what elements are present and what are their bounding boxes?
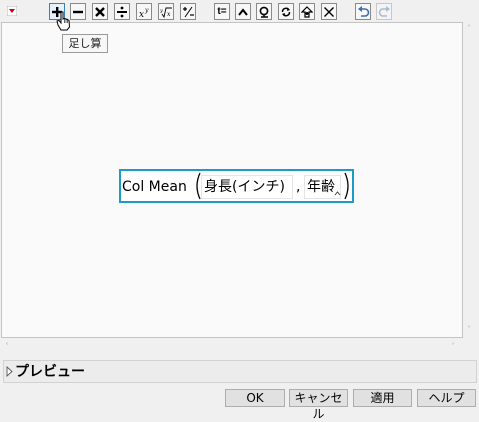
root-button[interactable]: y x <box>158 3 174 20</box>
scroll-left-icon[interactable]: ˂ <box>5 343 9 351</box>
menu-triangle-icon[interactable] <box>6 5 18 17</box>
preview-section[interactable]: プレビュー <box>3 360 477 383</box>
assign-icon: t= <box>217 5 227 17</box>
tooltip: 足し算 <box>62 34 108 53</box>
local-variable-button[interactable] <box>256 3 272 20</box>
plus-minus-icon <box>182 6 194 17</box>
undo-icon <box>357 5 369 17</box>
scroll-down-icon[interactable]: ˅ <box>467 326 471 334</box>
formula-expression[interactable]: Col Mean 身長(インチ) , 年齢 <box>119 169 354 203</box>
swap-button[interactable] <box>278 3 294 20</box>
power-icon: x y <box>139 7 149 18</box>
cancel-button[interactable]: キャンセル <box>289 389 348 421</box>
scroll-right-icon[interactable]: ˃ <box>451 343 455 351</box>
help-button[interactable]: ヘルプ <box>417 389 476 407</box>
svg-text:x: x <box>139 10 144 18</box>
redo-icon <box>378 5 390 17</box>
delete-icon <box>324 6 334 17</box>
redo-button[interactable] <box>376 3 392 20</box>
plus-minus-button[interactable] <box>180 3 196 20</box>
apply-button[interactable]: 適用 <box>353 389 412 407</box>
swap-icon <box>281 7 291 16</box>
caret-up-icon <box>238 7 248 16</box>
scroll-up-icon[interactable]: ˄ <box>467 25 471 33</box>
insert-button[interactable] <box>299 3 315 20</box>
divide-button[interactable] <box>114 3 130 20</box>
hand-cursor-icon <box>56 11 71 31</box>
multiply-icon <box>95 6 105 17</box>
power-button[interactable]: x y <box>136 3 152 20</box>
argument-separator: , <box>296 179 301 195</box>
svg-text:y: y <box>144 7 149 14</box>
minus-icon <box>73 10 83 13</box>
ok-button[interactable]: OK <box>225 389 285 407</box>
svg-text:y: y <box>160 8 163 14</box>
close-paren-icon <box>344 172 349 200</box>
argument-1[interactable]: 身長(インチ) <box>201 175 293 199</box>
horizontal-scrollbar[interactable]: ˂ ˃ <box>1 338 463 355</box>
disclosure-triangle-icon[interactable] <box>6 366 13 377</box>
subtract-button[interactable] <box>70 3 86 20</box>
vertical-scrollbar[interactable]: ˄ ˅ <box>463 22 478 338</box>
peel-button[interactable] <box>235 3 251 20</box>
delete-button[interactable] <box>321 3 337 20</box>
undo-button[interactable] <box>355 3 371 20</box>
assign-button[interactable]: t= <box>214 3 230 20</box>
function-name[interactable]: Col Mean <box>122 178 187 196</box>
multiply-button[interactable] <box>92 3 108 20</box>
preview-label: プレビュー <box>15 364 85 380</box>
caret-marker-icon <box>334 191 341 196</box>
svg-text:x: x <box>167 11 171 18</box>
insert-icon <box>301 5 313 18</box>
root-icon: y x <box>160 7 172 18</box>
divide-icon <box>117 6 127 17</box>
local-variable-icon <box>259 6 269 18</box>
